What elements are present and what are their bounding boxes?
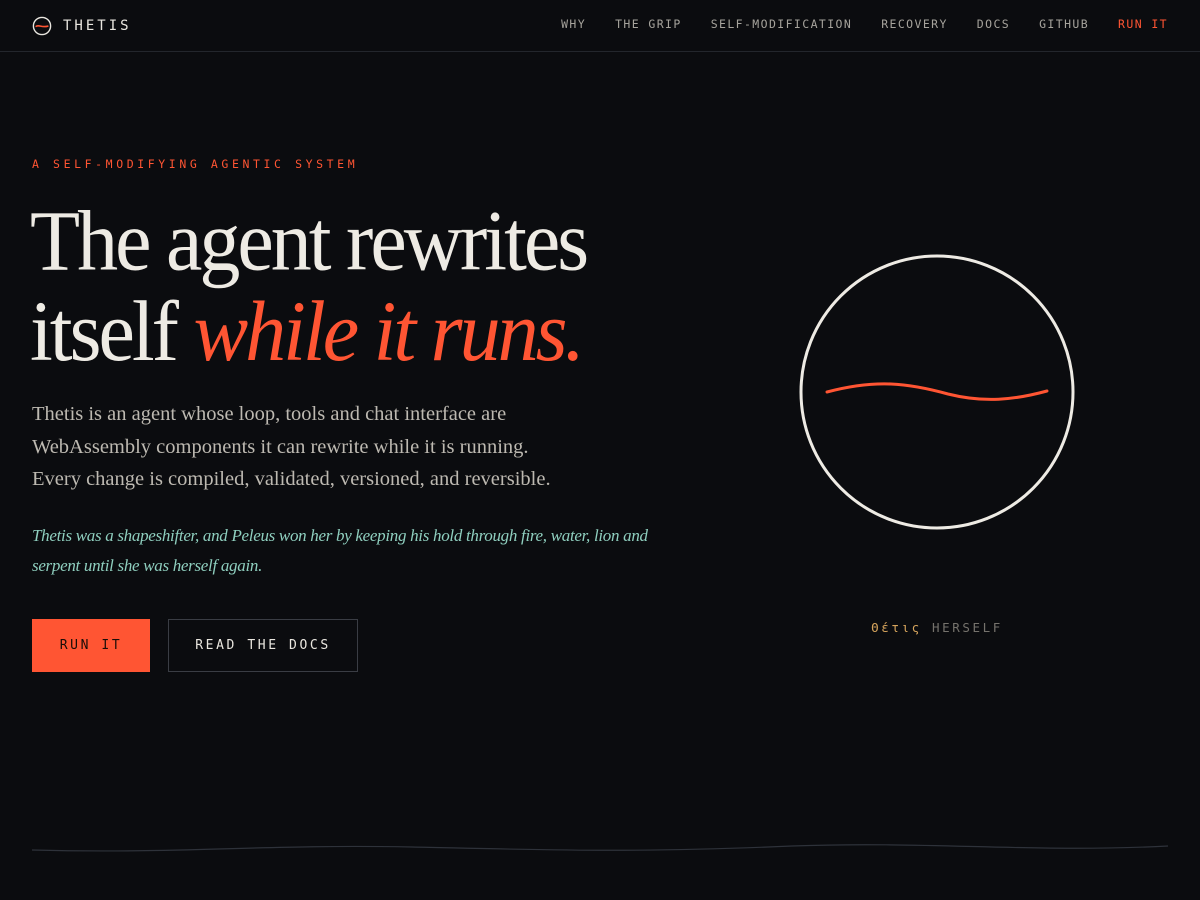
description-line: Every change is compiled, validated, ver… [32, 468, 551, 490]
run-it-button[interactable]: RUN IT [32, 619, 150, 672]
description-line: Thetis is an agent whose loop, tools and… [32, 403, 507, 425]
brand-name: THETIS [63, 18, 132, 34]
headline-accent-text: while it runs. [193, 283, 585, 379]
top-navigation-bar: THETIS WHY THE GRIP SELF-MODIFICATION RE… [0, 0, 1200, 52]
nav-link-github[interactable]: GITHUB [1039, 17, 1089, 31]
circle-wave-logo-icon [32, 16, 52, 36]
myth-line: Thetis was a shapeshifter, and Peleus wo… [32, 526, 648, 545]
hero-headline: The agent rewrites itself while it runs. [30, 192, 690, 377]
nav-link-docs[interactable]: DOCS [977, 17, 1010, 31]
hero-description: Thetis is an agent whose loop, tools and… [32, 398, 592, 496]
caption-greek-name: Θέτις [871, 620, 922, 635]
hero-eyebrow: A SELF-MODIFYING AGENTIC SYSTEM [32, 157, 359, 171]
nav-link-run-it[interactable]: RUN IT [1118, 17, 1168, 31]
myth-line: serpent until she was herself again. [32, 556, 263, 575]
nav-link-why[interactable]: WHY [561, 17, 586, 31]
nav-link-the-grip[interactable]: THE GRIP [615, 17, 682, 31]
nav-link-self-modification[interactable]: SELF-MODIFICATION [711, 17, 853, 31]
nav-link-recovery[interactable]: RECOVERY [881, 17, 948, 31]
emblem-caption: Θέτις HERSELF [806, 620, 1068, 635]
headline-line-2: itself while it runs. [30, 286, 690, 376]
circle-wave-emblem-icon [799, 254, 1075, 530]
wave-divider [32, 844, 1168, 852]
main-nav: WHY THE GRIP SELF-MODIFICATION RECOVERY … [561, 17, 1168, 31]
myth-quote: Thetis was a shapeshifter, and Peleus wo… [32, 521, 652, 581]
brand-home-link[interactable]: THETIS [32, 14, 132, 38]
headline-plain-text: itself [30, 283, 194, 379]
headline-line-1: The agent rewrites [30, 192, 589, 289]
caption-text: HERSELF [931, 620, 1003, 635]
read-the-docs-button[interactable]: READ THE DOCS [168, 619, 358, 672]
description-line: WebAssembly components it can rewrite wh… [32, 435, 529, 458]
